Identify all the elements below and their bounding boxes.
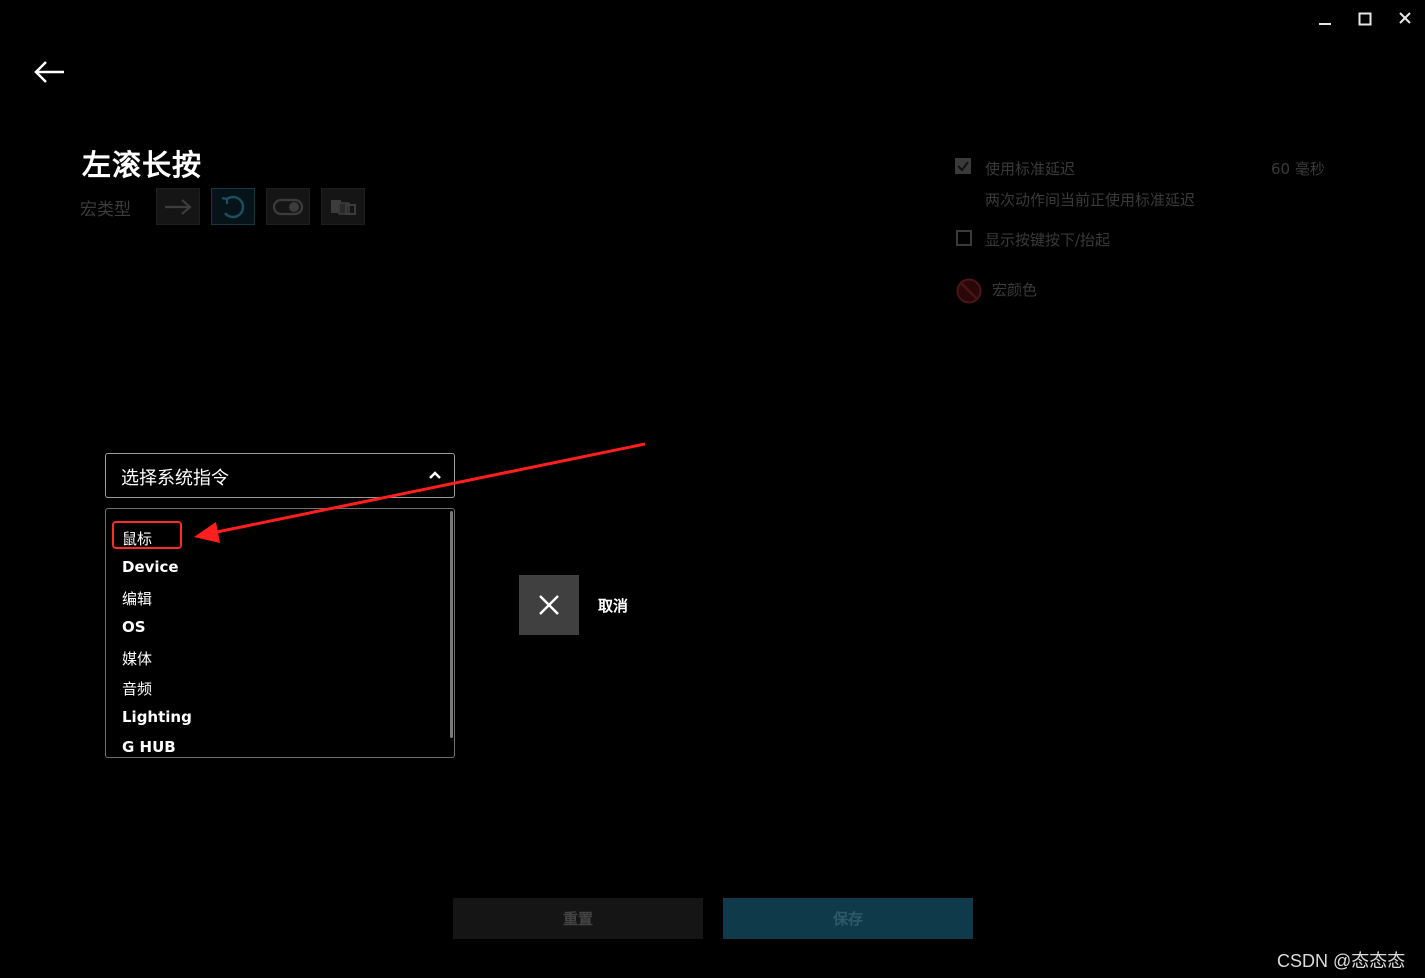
cancel-button[interactable] xyxy=(519,575,579,635)
watermark: CSDN @态态态 xyxy=(1277,951,1406,971)
close-icon xyxy=(539,595,559,615)
cancel-label[interactable]: 取消 xyxy=(598,595,628,616)
save-button[interactable]: 保存 xyxy=(723,898,973,939)
annotation-arrow xyxy=(194,442,646,543)
reset-button[interactable]: 重置 xyxy=(453,898,703,939)
